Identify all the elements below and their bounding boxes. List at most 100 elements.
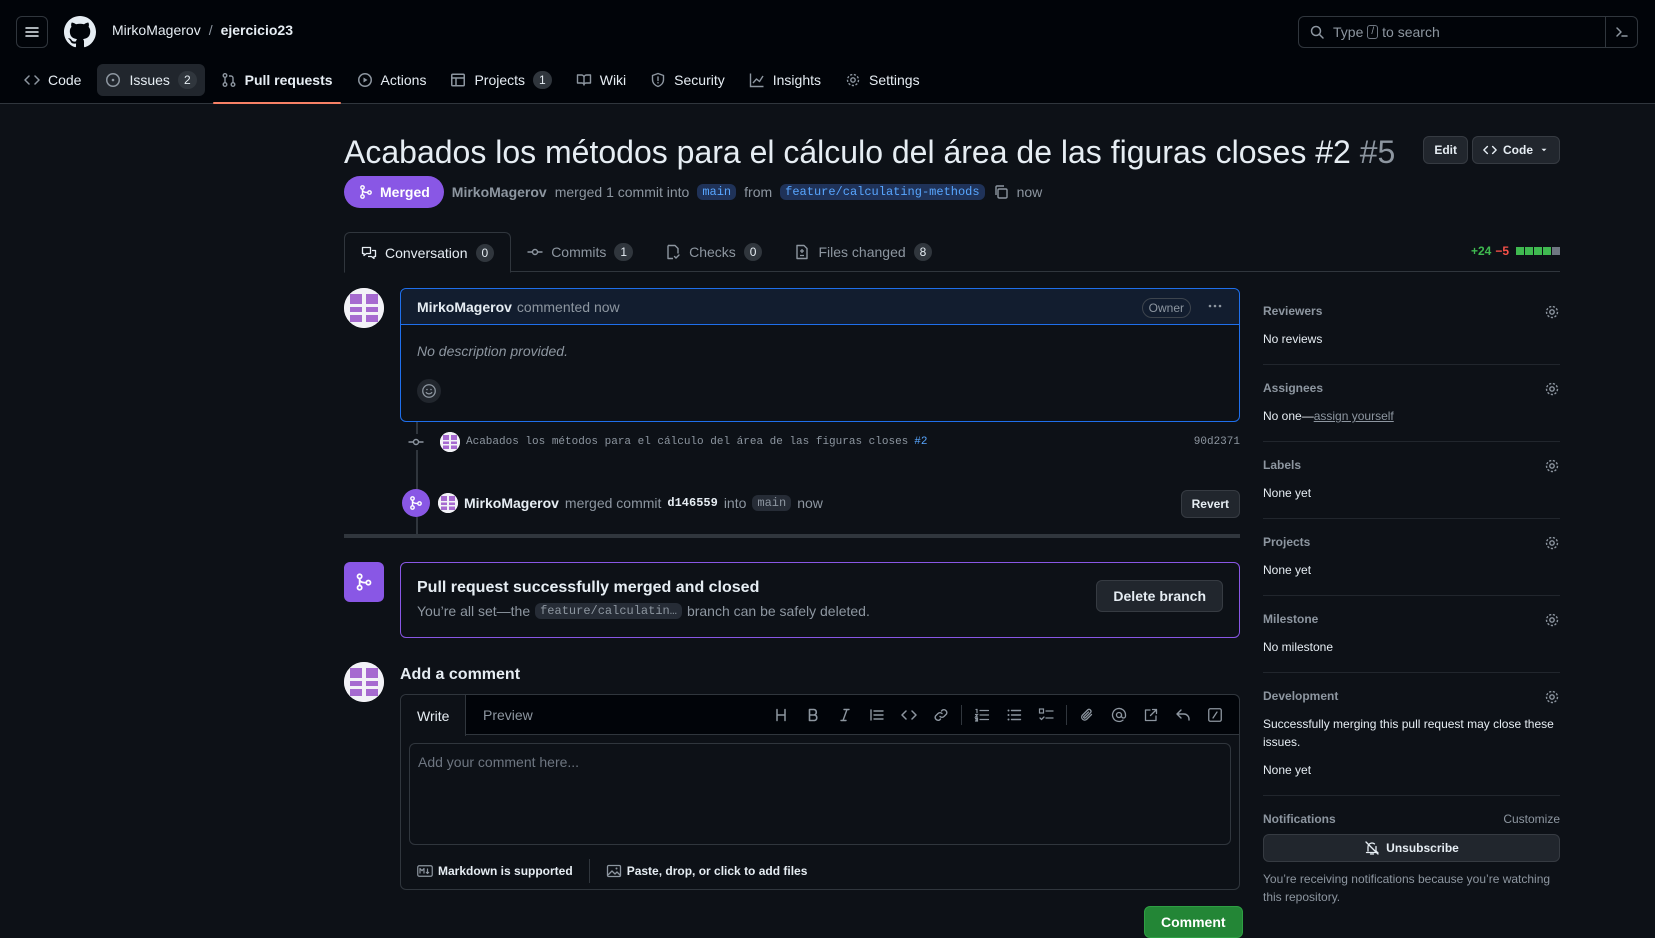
tab-preview[interactable]: Preview [467, 695, 549, 735]
mention-icon[interactable] [1103, 699, 1135, 731]
tab-conversation[interactable]: Conversation 0 [344, 232, 512, 273]
tasklist-icon[interactable] [1030, 699, 1062, 731]
breadcrumb-owner[interactable]: MirkoMagerov [112, 22, 201, 38]
gear-icon[interactable] [1544, 458, 1560, 474]
tab-label: Files changed [818, 244, 906, 260]
italic-icon[interactable] [829, 699, 861, 731]
cross-reference-icon[interactable] [1135, 699, 1167, 731]
page-title: Acabados los métodos para el cálculo del… [344, 128, 1560, 176]
pr-author-link[interactable]: MirkoMagerov [452, 184, 547, 200]
nav-tab-settings[interactable]: Settings [837, 64, 928, 96]
pr-tabs: Conversation 0 Commits 1 Checks 0 Files … [344, 232, 1560, 273]
play-icon [357, 73, 372, 87]
edit-title-button[interactable]: Edit [1423, 136, 1468, 164]
pr-merged-text: merged 1 commit into [554, 184, 690, 200]
sidebar-value: No one—assign yourself [1263, 407, 1560, 425]
merge-event-badge [402, 489, 430, 517]
customize-notifications-link[interactable]: Customize [1503, 812, 1560, 826]
commit-sha[interactable]: 90d2371 [1194, 436, 1240, 448]
nav-tab-label: Issues [129, 72, 170, 88]
nav-tab-label: Projects [474, 72, 526, 88]
avatar[interactable] [344, 288, 384, 328]
nav-tab-pull-requests[interactable]: Pull requests [212, 64, 341, 104]
base-branch[interactable]: main [697, 184, 737, 200]
diffstat-box [1516, 247, 1524, 255]
smiley-icon [422, 384, 436, 398]
attach-files-note[interactable]: Paste, drop, or click to add files [590, 863, 824, 879]
gear-icon[interactable] [1544, 689, 1560, 705]
heading-icon[interactable] [765, 699, 797, 731]
tab-checks[interactable]: Checks 0 [649, 232, 778, 272]
commit-issue-ref[interactable]: #2 [914, 436, 927, 448]
code-icon [1483, 145, 1497, 155]
nav-tab-wiki[interactable]: Wiki [568, 64, 634, 96]
merge-sha[interactable]: d146559 [667, 496, 717, 510]
code-dropdown-button[interactable]: Code [1472, 136, 1560, 164]
toolbar-divider [1066, 705, 1067, 725]
head-branch[interactable]: feature/calculating-methods [780, 184, 985, 200]
tab-files-changed[interactable]: Files changed 8 [778, 232, 948, 272]
avatar[interactable] [440, 432, 460, 452]
file-diff-icon [796, 244, 809, 260]
unordered-list-icon[interactable] [998, 699, 1030, 731]
comment-textarea[interactable]: Add your comment here... [409, 743, 1231, 845]
global-header: MirkoMagerov / ejercicio23 Type / to sea… [0, 0, 1655, 104]
checklist-icon [667, 244, 680, 260]
tab-counter: 1 [614, 243, 634, 261]
nav-tab-label: Security [674, 72, 725, 88]
avatar[interactable] [344, 662, 384, 702]
copy-icon[interactable] [993, 184, 1009, 200]
comment-author[interactable]: MirkoMagerov [417, 299, 512, 315]
comment-editor: Write Preview Add your comment here... M… [400, 694, 1240, 890]
gear-icon[interactable] [1544, 612, 1560, 628]
sidebar-value: No reviews [1263, 332, 1323, 346]
nav-tab-label: Wiki [599, 72, 627, 88]
gear-icon [846, 73, 860, 87]
markdown-icon [417, 865, 433, 877]
merged-status-box: Pull request successfully merged and clo… [400, 562, 1240, 638]
sidebar-reviewers: Reviewers No reviews [1263, 288, 1560, 365]
add-comment-heading: Add a comment [400, 666, 521, 683]
command-palette-button[interactable] [1605, 17, 1637, 47]
tab-write[interactable]: Write [401, 695, 467, 736]
unsubscribe-button[interactable]: Unsubscribe [1263, 834, 1560, 862]
delete-branch-button[interactable]: Delete branch [1096, 580, 1223, 612]
quote-icon[interactable] [861, 699, 893, 731]
assign-yourself-link[interactable]: assign yourself [1314, 409, 1394, 423]
slash-command-icon[interactable] [1199, 699, 1231, 731]
comment-submit-button[interactable]: Comment [1144, 906, 1243, 938]
paperclip-icon[interactable] [1071, 699, 1103, 731]
sidebar-assignees: Assignees No one—assign yourself [1263, 365, 1560, 442]
nav-tab-code[interactable]: Code [16, 64, 89, 96]
nav-tab-insights[interactable]: Insights [741, 64, 829, 96]
breadcrumb-repo[interactable]: ejercicio23 [221, 22, 293, 38]
gear-icon[interactable] [1544, 535, 1560, 551]
markdown-note[interactable]: Markdown is supported [401, 864, 589, 878]
revert-button[interactable]: Revert [1180, 490, 1240, 518]
reply-icon[interactable] [1167, 699, 1199, 731]
tab-commits[interactable]: Commits 1 [511, 232, 649, 272]
bold-icon[interactable] [797, 699, 829, 731]
code-icon[interactable] [893, 699, 925, 731]
github-logo-icon[interactable] [64, 16, 96, 48]
add-reaction-button[interactable] [417, 379, 441, 403]
pr-title-row: Acabados los métodos para el cálculo del… [344, 128, 1560, 176]
search-input[interactable]: Type / to search [1298, 16, 1638, 48]
pull-request-icon [222, 73, 236, 87]
numbered-list-icon[interactable] [966, 699, 998, 731]
nav-tab-issues[interactable]: Issues 2 [97, 64, 205, 96]
gear-icon[interactable] [1544, 381, 1560, 397]
avatar[interactable] [438, 493, 458, 513]
hamburger-menu-button[interactable] [16, 16, 48, 48]
commit-message[interactable]: Acabados los métodos para el cálculo del… [466, 436, 908, 448]
merge-author[interactable]: MirkoMagerov [464, 495, 559, 511]
nav-tab-projects[interactable]: Projects 1 [442, 64, 559, 96]
link-icon[interactable] [925, 699, 957, 731]
merge-target-branch[interactable]: main [752, 495, 792, 511]
gear-icon[interactable] [1544, 304, 1560, 320]
kebab-horizontal-icon[interactable] [1207, 298, 1223, 314]
nav-tab-security[interactable]: Security [642, 64, 733, 96]
search-shortcut-key: / [1367, 25, 1379, 39]
nav-tab-actions[interactable]: Actions [349, 64, 435, 96]
comment-header: MirkoMagerov commented now Owner [401, 289, 1239, 325]
